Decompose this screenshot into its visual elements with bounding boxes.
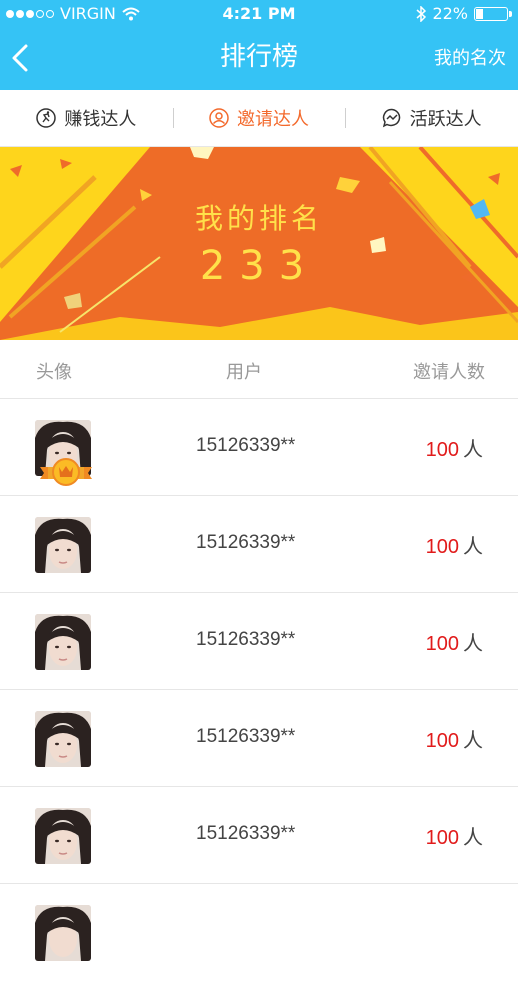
- tab-active-master[interactable]: 活跃达人: [345, 90, 518, 146]
- col-user-header: 用户: [226, 362, 262, 383]
- table-row[interactable]: 15126339** 100 人: [0, 690, 518, 787]
- list-header: 头像 用户 邀请人数: [0, 340, 518, 399]
- user-circle-icon: [209, 108, 229, 128]
- invite-count-unit: 人: [463, 536, 483, 558]
- invite-count-unit: 人: [463, 827, 483, 849]
- user-phone: 15126339**: [196, 435, 296, 456]
- nav-bar: 排行榜 我的名次: [0, 28, 518, 90]
- table-row[interactable]: 15126339** 100 人: [0, 399, 518, 496]
- invite-count: 100 人: [426, 530, 483, 559]
- avatar: [35, 905, 91, 961]
- bluetooth-icon: [416, 6, 427, 22]
- tab-earn-master[interactable]: 赚钱达人: [0, 90, 173, 146]
- tab-invite-master[interactable]: 邀请达人: [172, 90, 346, 146]
- tab-label: 活跃达人: [409, 109, 482, 130]
- invite-count-unit: 人: [463, 439, 483, 461]
- user-phone: 15126339**: [196, 726, 296, 747]
- col-count-header: 邀请人数: [413, 362, 485, 383]
- invite-count-unit: 人: [463, 730, 483, 752]
- invite-count-unit: 人: [463, 633, 483, 655]
- col-avatar-header: 头像: [36, 362, 72, 383]
- invite-count: 100 人: [426, 724, 483, 753]
- status-bar: VIRGIN 4:21 PM 22%: [0, 0, 518, 28]
- table-row[interactable]: [0, 884, 518, 981]
- tab-label: 邀请达人: [237, 109, 309, 130]
- invite-count: 100 人: [426, 433, 483, 462]
- ranking-list: 15126339** 100 人 15126339** 100 人 151263…: [0, 399, 518, 981]
- top-bar: VIRGIN 4:21 PM 22% 排行榜 我的名次: [0, 0, 518, 90]
- runner-icon: [36, 108, 57, 128]
- user-phone: 15126339**: [196, 823, 296, 844]
- table-row[interactable]: 15126339** 100 人: [0, 593, 518, 690]
- invite-count-number: 100: [425, 536, 459, 558]
- my-rank-value: 233: [199, 243, 319, 289]
- user-phone: 15126339**: [196, 532, 296, 553]
- battery-percent: 22%: [432, 4, 468, 23]
- my-rank-label: 我的排名: [194, 202, 323, 235]
- category-tabs: 赚钱达人 邀请达人 活跃达人: [0, 90, 518, 147]
- table-row[interactable]: 15126339** 100 人: [0, 496, 518, 593]
- avatar: [35, 614, 91, 670]
- invite-count-number: 100: [425, 827, 459, 849]
- my-rank-button[interactable]: 我的名次: [434, 28, 506, 90]
- my-rank-banner: 我的排名 233: [0, 147, 518, 340]
- user-phone: 15126339**: [196, 629, 296, 650]
- crown-medal-icon: [40, 458, 92, 486]
- avatar: [35, 517, 91, 573]
- invite-count: 100 人: [426, 627, 483, 656]
- tab-label: 赚钱达人: [64, 109, 137, 130]
- invite-count: 100 人: [426, 821, 483, 850]
- avatar: [35, 808, 91, 864]
- invite-count-number: 100: [425, 633, 459, 655]
- avatar: [35, 711, 91, 767]
- table-row[interactable]: 15126339** 100 人: [0, 787, 518, 884]
- battery-icon: [474, 7, 512, 21]
- invite-count-number: 100: [425, 730, 459, 752]
- chat-bolt-icon: [382, 108, 400, 128]
- invite-count-number: 100: [425, 439, 459, 461]
